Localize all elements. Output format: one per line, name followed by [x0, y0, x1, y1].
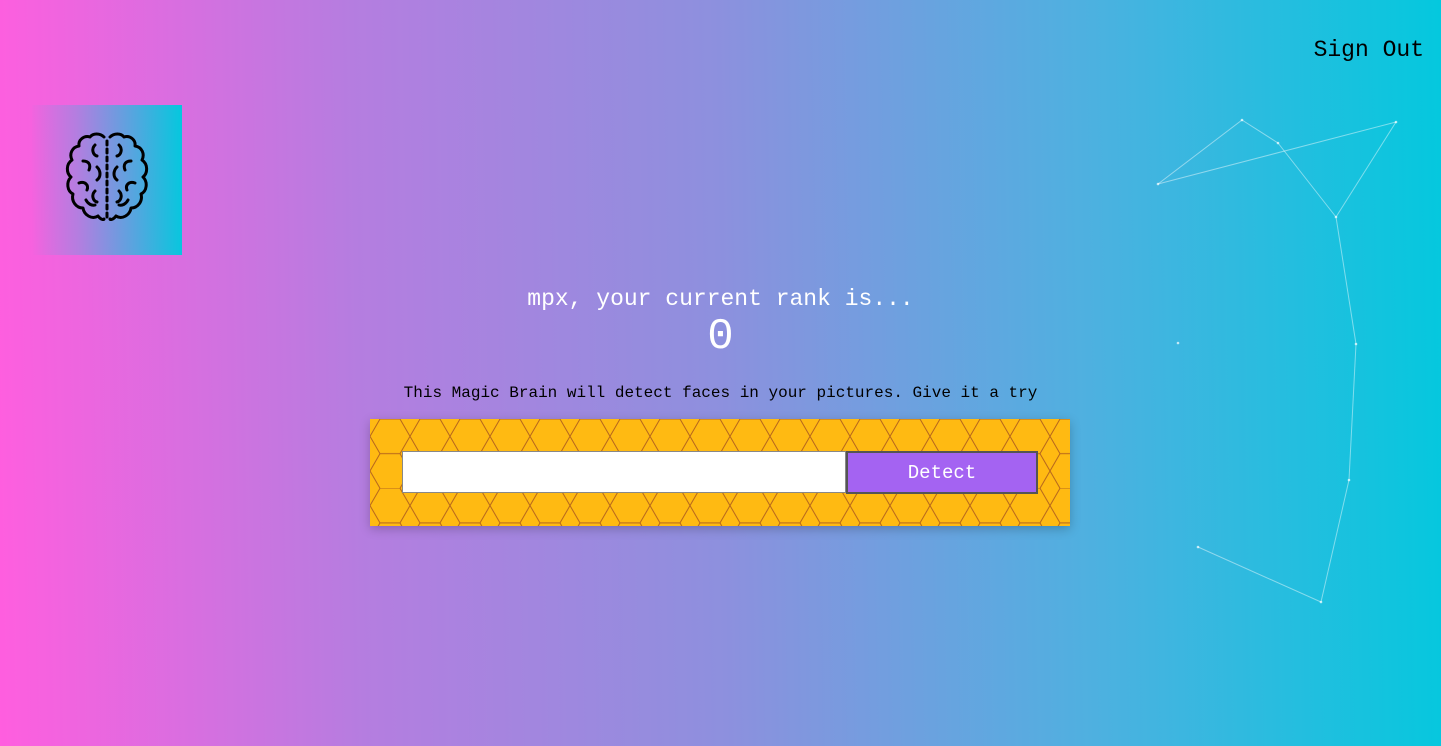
detect-button[interactable]: Detect — [846, 451, 1038, 494]
sign-out-link[interactable]: Sign Out — [1314, 36, 1424, 64]
brain-icon — [65, 132, 149, 222]
particle-network-background — [1156, 118, 1398, 604]
intro-text: This Magic Brain will detect faces in yo… — [403, 384, 1038, 402]
image-url-input[interactable] — [402, 451, 846, 493]
image-link-form: Detect — [370, 419, 1070, 526]
top-nav: Sign Out — [1314, 36, 1424, 64]
rank-value: 0 — [707, 312, 734, 362]
rank-section: mpx, your current rank is... 0 — [0, 284, 1441, 362]
rank-title: mpx, your current rank is... — [527, 286, 914, 312]
logo-tile[interactable] — [32, 105, 182, 255]
